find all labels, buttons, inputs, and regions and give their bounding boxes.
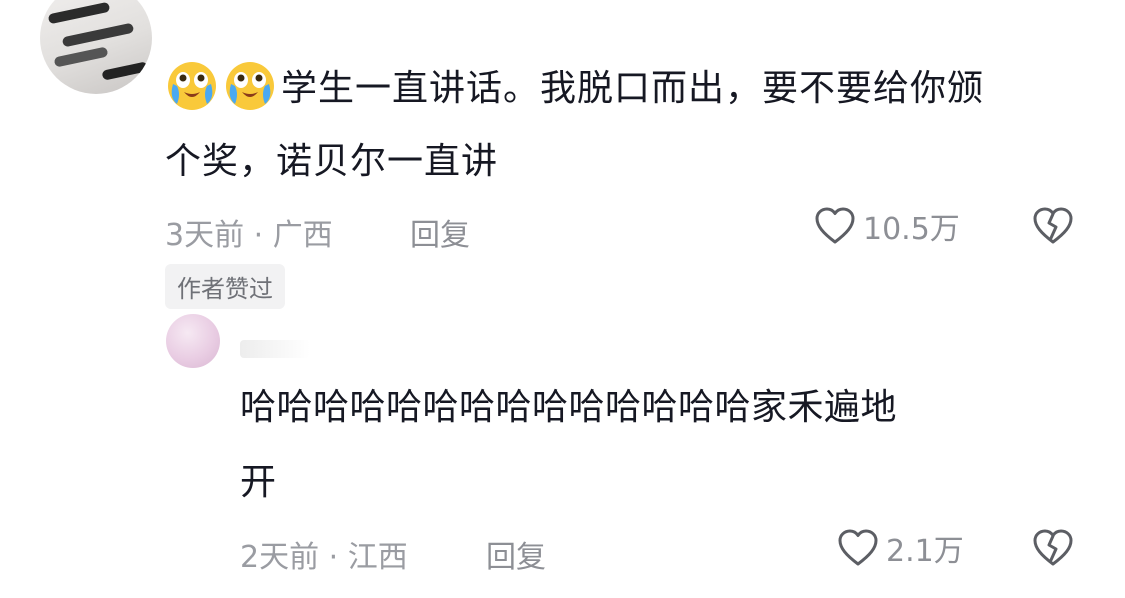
like-button[interactable]: 10.5万: [813, 204, 960, 248]
comment-time: 3天前: [165, 218, 245, 253]
crying-laughing-emoji-icon: [165, 58, 219, 112]
comment-time-location: 2天前 · 江西: [240, 532, 408, 576]
reply-button[interactable]: 回复: [410, 210, 470, 254]
like-count: 10.5万: [863, 212, 960, 247]
meta-separator: ·: [253, 218, 264, 253]
comment-meta: 3天前 · 广西 回复 10.5万: [165, 204, 1075, 254]
comment-text: 学生一直讲话。我脱口而出，要不要给你颁 个奖，诺贝尔一直讲: [165, 52, 1075, 198]
commenter-avatar[interactable]: [40, 0, 152, 94]
reply-avatar[interactable]: [166, 314, 220, 368]
comment-time: 2天前: [240, 540, 320, 575]
comment-text-line: 个奖，诺贝尔一直讲: [165, 141, 499, 182]
like-button[interactable]: 2.1万: [836, 526, 964, 570]
broken-heart-icon[interactable]: [1031, 528, 1075, 568]
crying-laughing-emoji-icon: [223, 58, 277, 112]
heart-outline-icon: [836, 528, 880, 568]
meta-separator: ·: [328, 540, 339, 575]
author-liked-badge: 作者赞过: [165, 264, 285, 309]
comment-text-line: 学生一直讲话。我脱口而出，要不要给你颁: [281, 68, 985, 109]
comment-location: 广西: [272, 218, 333, 253]
broken-heart-icon[interactable]: [1031, 206, 1075, 246]
comment-text-line: 哈哈哈哈哈哈哈哈哈哈哈哈哈哈家禾遍地: [240, 387, 898, 428]
comment-item: 学生一直讲话。我脱口而出，要不要给你颁 个奖，诺贝尔一直讲 3天前 · 广西 回…: [165, 52, 1075, 309]
reply-button[interactable]: 回复: [486, 532, 546, 576]
comment-time-location: 3天前 · 广西: [165, 210, 333, 254]
comment-text-line: 开: [240, 462, 277, 503]
comment-location: 江西: [347, 540, 408, 575]
comment-text: 哈哈哈哈哈哈哈哈哈哈哈哈哈哈家禾遍地 开: [240, 370, 1075, 520]
reply-item: 哈哈哈哈哈哈哈哈哈哈哈哈哈哈家禾遍地 开 2天前 · 江西 回复 2.1万: [240, 370, 1075, 576]
like-count: 2.1万: [886, 534, 964, 569]
heart-outline-icon: [813, 206, 857, 246]
reply-username-blurred[interactable]: [240, 340, 310, 358]
comment-meta: 2天前 · 江西 回复 2.1万: [240, 526, 1075, 576]
